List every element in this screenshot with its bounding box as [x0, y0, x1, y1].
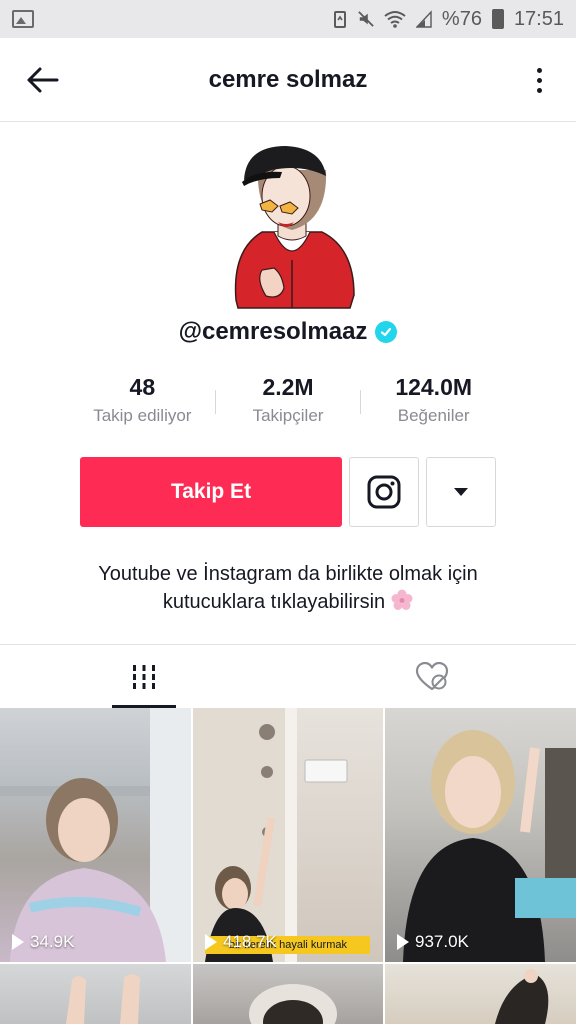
bio-line: Youtube ve İnstagram da birlikte olmak i… [98, 563, 478, 585]
video-thumbnail[interactable]: 937.0K [385, 708, 576, 962]
suggested-accounts-button[interactable] [426, 457, 496, 527]
battery-text: %76 [441, 7, 482, 30]
play-icon [205, 934, 217, 950]
heart-hidden-icon [415, 661, 449, 690]
wifi-icon [384, 11, 406, 28]
stat-value: 2.2M [262, 374, 314, 400]
back-button[interactable] [22, 62, 62, 98]
play-icon [12, 934, 24, 950]
status-bar: %76 17:51 [0, 0, 576, 38]
stat-value: 124.0M [395, 374, 473, 400]
video-thumbnail[interactable]: 34.9K [0, 708, 191, 962]
profile-stats: 48 Takip ediliyor 2.2M Takipçiler 124.0M… [70, 372, 506, 442]
video-thumbnail[interactable] [385, 964, 576, 1024]
view-count: 34.9K [12, 932, 74, 952]
stat-label: Takip ediliyor [93, 406, 192, 425]
clock: 17:51 [513, 7, 564, 30]
video-grid: 34.9K bir kerelik hayali kurmak 418.7K 9… [0, 708, 576, 1024]
username-row: @cemresolmaaz [0, 318, 576, 346]
follow-button[interactable]: Takip Et [80, 457, 342, 527]
more-vertical-icon [536, 67, 542, 73]
instagram-icon [367, 475, 401, 509]
flower-emoji-icon [391, 589, 413, 610]
view-count-text: 418.7K [223, 932, 277, 951]
view-count-text: 34.9K [30, 932, 75, 951]
view-count: 418.7K [205, 932, 277, 952]
video-thumbnail[interactable] [193, 964, 383, 1024]
bio-line: kutucuklara tıklayabilirsin [162, 591, 386, 613]
battery-saver-icon [333, 11, 346, 28]
stat-label: Beğeniler [397, 406, 470, 425]
view-count-text: 937.0K [415, 932, 469, 951]
instagram-button[interactable] [349, 457, 419, 527]
image-icon [12, 10, 34, 28]
stat-label: Takipçiler [252, 406, 324, 425]
video-thumbnail[interactable]: bir kerelik hayali kurmak 418.7K [193, 708, 383, 962]
verified-badge-icon [375, 321, 398, 343]
battery-icon [491, 9, 504, 29]
mute-icon [358, 11, 374, 27]
signal-icon [415, 10, 432, 28]
profile-header: cemre solmaz [0, 38, 576, 122]
bio-line-wrap: kutucuklara tıklayabilirsin [40, 588, 536, 616]
tab-liked[interactable] [288, 645, 576, 708]
stat-following[interactable]: 48 Takip ediliyor [70, 372, 215, 426]
play-icon [397, 934, 409, 950]
back-arrow-icon [27, 67, 59, 93]
chevron-down-icon [454, 488, 468, 496]
tab-videos[interactable] [0, 645, 288, 708]
avatar[interactable] [222, 140, 362, 310]
stat-followers[interactable]: 2.2M Takipçiler [216, 372, 361, 426]
video-thumbnail[interactable] [0, 964, 191, 1024]
stat-likes[interactable]: 124.0M Beğeniler [361, 372, 506, 426]
username: @cemresolmaaz [178, 318, 368, 345]
view-count: 937.0K [397, 932, 469, 952]
page-title: cemre solmaz [208, 65, 368, 93]
more-options-button[interactable] [524, 60, 554, 100]
profile-bio: Youtube ve İnstagram da birlikte olmak i… [40, 560, 536, 616]
stat-value: 48 [129, 374, 156, 400]
grid-icon [133, 664, 155, 689]
status-icons: %76 17:51 [332, 8, 564, 31]
profile-tabs [0, 644, 576, 708]
